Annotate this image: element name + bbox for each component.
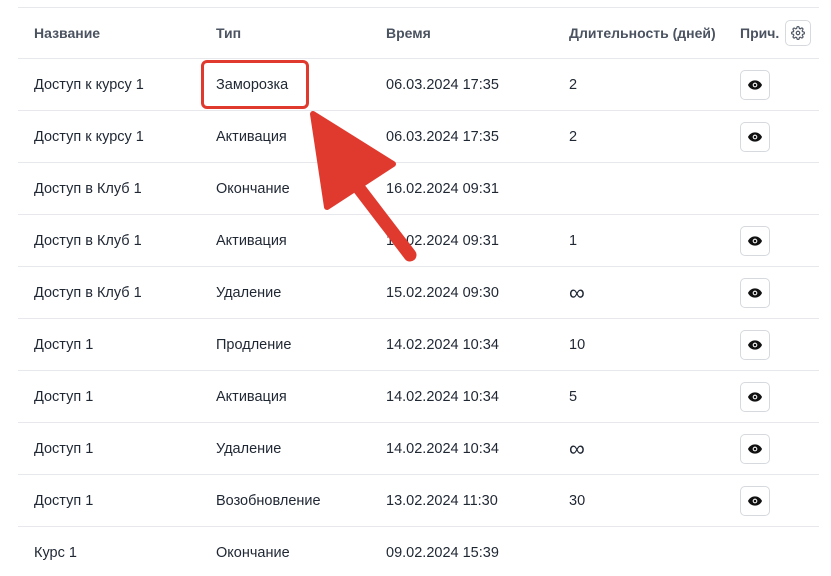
column-header-time[interactable]: Время [386,8,431,58]
table-row[interactable]: Доступ 1 Возобновление 13.02.2024 11:30 30 [18,475,819,527]
cell-reason [740,319,770,370]
cell-duration: 30 [569,492,586,509]
history-page: Название Тип Время Длительность (дней) П… [0,0,831,576]
cell-name: Доступ в Клуб 1 [34,180,142,197]
cell-time: 16.02.2024 09:31 [386,232,499,249]
cell-time: 14.02.2024 10:34 [386,336,499,353]
cell-time: 16.02.2024 09:31 [386,180,499,197]
table-body: Доступ к курсу 1 Заморозка 06.03.2024 17:3… [18,59,819,576]
cell-type: Возобновление [216,492,321,509]
table-row[interactable]: Доступ к курсу 1 Активация 06.03.2024 17:3… [18,111,819,163]
view-reason-button[interactable] [740,225,770,256]
table-row[interactable]: Доступ 1 Удаление 14.02.2024 10:34 ∞ [18,423,819,475]
eye-icon [748,79,762,90]
column-header-type[interactable]: Тип [216,8,241,58]
cell-duration: ∞ [569,279,585,305]
cell-reason [740,59,770,110]
eye-icon [748,339,762,350]
eye-icon [748,131,762,142]
cell-type: Окончание [216,180,290,197]
table-row[interactable]: Доступ в Клуб 1 Окончание 16.02.2024 09:31 [18,163,819,215]
cell-time: 14.02.2024 10:34 [386,388,499,405]
view-reason-button[interactable] [740,121,770,152]
cell-time: 15.02.2024 09:30 [386,284,499,301]
cell-duration: 1 [569,232,578,249]
table-row[interactable]: Доступ в Клуб 1 Активация 16.02.2024 09:31… [18,215,819,267]
cell-type: Удаление [216,284,282,301]
view-reason-button[interactable] [740,433,770,464]
cell-type: Продление [216,336,292,353]
cell-name: Доступ к курсу 1 [34,128,144,145]
cell-name: Доступ к курсу 1 [34,76,144,93]
table-row[interactable]: Доступ 1 Продление 14.02.2024 10:34 10 [18,319,819,371]
cell-reason [740,111,770,162]
cell-type: Удаление [216,440,282,457]
column-settings-button[interactable] [785,20,811,46]
cell-reason [740,371,770,422]
eye-icon [748,391,762,402]
cell-reason [740,475,770,526]
view-reason-button[interactable] [740,277,770,308]
cell-duration: ∞ [569,435,585,461]
history-table: Название Тип Время Длительность (дней) П… [18,8,819,576]
cell-name: Доступ 1 [34,388,94,405]
view-reason-button[interactable] [740,485,770,516]
column-header-name[interactable]: Название [34,8,100,58]
eye-icon [748,495,762,506]
column-header-reason[interactable]: Прич. [740,8,779,58]
highlight-box [201,60,309,109]
cell-reason [740,423,770,474]
cell-duration: 10 [569,336,586,353]
table-row[interactable]: Доступ 1 Активация 14.02.2024 10:34 5 [18,371,819,423]
cell-name: Доступ в Клуб 1 [34,232,142,249]
eye-icon [748,443,762,454]
view-reason-button[interactable] [740,381,770,412]
eye-icon [748,235,762,246]
cell-type: Активация [216,388,287,405]
cell-name: Доступ 1 [34,440,94,457]
eye-icon [748,287,762,298]
cell-time: 06.03.2024 17:35 [386,76,499,93]
cell-type: Активация [216,232,287,249]
view-reason-button[interactable] [740,329,770,360]
table-row[interactable]: Доступ к курсу 1 Заморозка 06.03.2024 17:3… [18,59,819,111]
cell-type: Активация [216,128,287,145]
gear-icon [791,26,805,40]
cell-time: 06.03.2024 17:35 [386,128,499,145]
cell-name: Доступ 1 [34,492,94,509]
cell-name: Доступ 1 [34,336,94,353]
cell-duration: 2 [569,128,578,145]
table-header: Название Тип Время Длительность (дней) П… [18,8,819,59]
cell-reason [740,267,770,318]
cell-reason [740,215,770,266]
cell-name: Доступ в Клуб 1 [34,284,142,301]
column-header-duration[interactable]: Длительность (дней) [569,8,716,58]
table-row[interactable]: Курс 1 Окончание 09.02.2024 15:39 [18,527,819,576]
cell-name: Курс 1 [34,544,77,561]
cell-duration: 2 [569,76,578,93]
table-row[interactable]: Доступ в Клуб 1 Удаление 15.02.2024 09:30 ∞ [18,267,819,319]
cell-time: 14.02.2024 10:34 [386,440,499,457]
cell-time: 09.02.2024 15:39 [386,544,499,561]
cell-time: 13.02.2024 11:30 [386,492,498,509]
view-reason-button[interactable] [740,69,770,100]
cell-duration: 5 [569,388,578,405]
cell-type: Окончание [216,544,290,561]
